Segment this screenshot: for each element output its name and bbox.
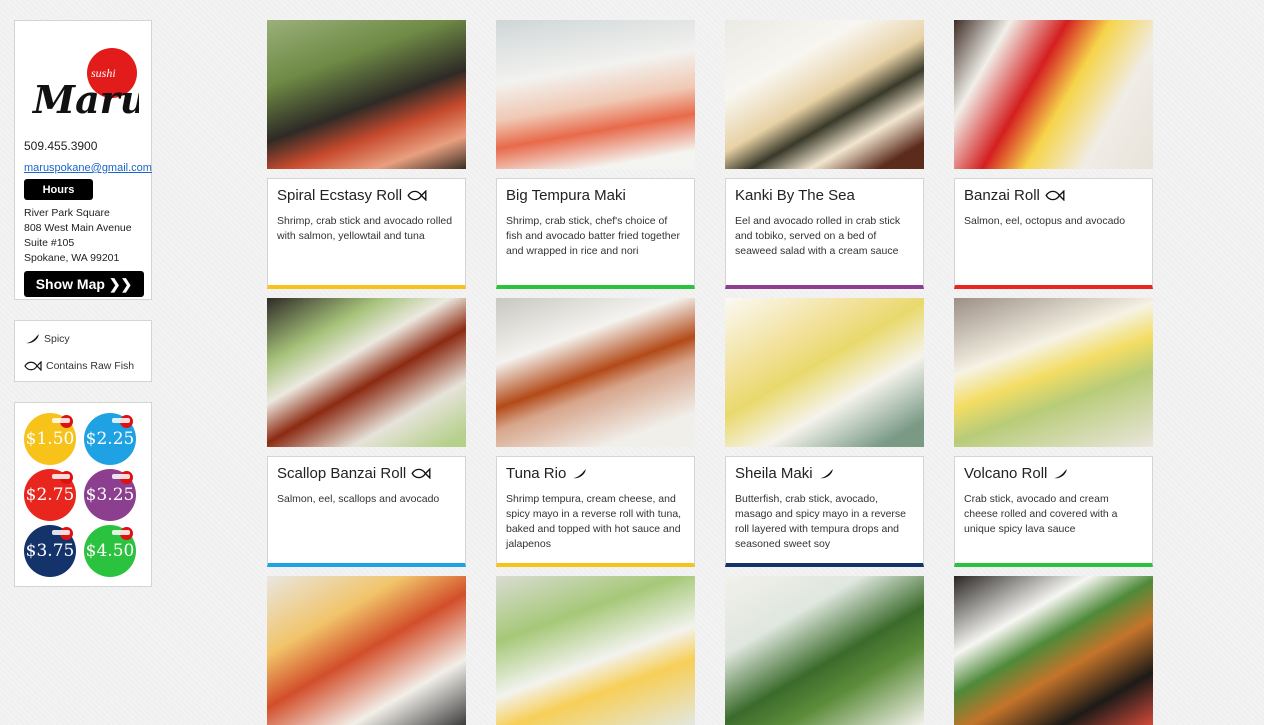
price-legend-panel: $1.50 $2.25 $2.75 $3.25 $3.75 $4.50 — [14, 402, 152, 587]
menu-item[interactable]: Tuna Rio Shrimp tempura, cream cheese, an… — [496, 298, 695, 567]
dish-photo[interactable] — [954, 20, 1153, 169]
menu-item[interactable] — [725, 576, 924, 725]
menu-item-card: Spiral Ecstasy Roll Shrimp, crab stick an… — [267, 178, 466, 289]
menu-item-description: Shrimp, crab stick, chef's choice of fis… — [506, 215, 680, 257]
dish-photo[interactable] — [954, 298, 1153, 447]
menu-item-card: Kanki By The Sea Eel and avocado rolled i… — [725, 178, 924, 289]
fish-icon — [1045, 190, 1065, 201]
price-badge: $1.50 — [24, 413, 76, 465]
address-line: River Park Square — [24, 207, 110, 219]
menu-item[interactable] — [954, 576, 1153, 725]
pepper-icon — [1052, 468, 1068, 480]
menu-item-card: Scallop Banzai Roll Salmon, eel, scallops… — [267, 456, 466, 567]
dish-photo[interactable] — [725, 298, 924, 447]
menu-item-name: Spiral Ecstasy Roll — [277, 187, 403, 204]
price-badge: $3.75 — [24, 525, 76, 577]
show-map-button[interactable]: Show Map ❯❯ — [24, 271, 144, 297]
menu-item-name: Sheila Maki — [735, 465, 813, 482]
menu-item-card: Banzai Roll Salmon, eel, octopus and avoc… — [954, 178, 1153, 289]
address-line: 808 West Main Avenue — [24, 222, 132, 234]
address-line: Spokane, WA 99201 — [24, 252, 120, 264]
menu-item-card: Sheila Maki Butterfish, crab stick, avoca… — [725, 456, 924, 567]
address-line: Suite #105 — [24, 237, 75, 249]
fish-icon — [24, 361, 42, 371]
dish-photo[interactable] — [954, 576, 1153, 725]
address: River Park Square 808 West Main Avenue S… — [24, 206, 132, 266]
price-badge: $2.25 — [84, 413, 136, 465]
dish-photo[interactable] — [725, 20, 924, 169]
dish-photo[interactable] — [267, 298, 466, 447]
dish-photo[interactable] — [496, 20, 695, 169]
menu-item-description: Butterfish, crab stick, avocado, masago … — [735, 493, 906, 550]
menu-item-description: Shrimp, crab stick and avocado rolled wi… — [277, 215, 453, 242]
legend-raw-fish: Contains Raw Fish — [24, 360, 134, 372]
menu-item-description: Eel and avocado rolled in crab stick and… — [735, 215, 901, 257]
menu-item-card: Tuna Rio Shrimp tempura, cream cheese, an… — [496, 456, 695, 567]
menu-item-name: Volcano Roll — [964, 465, 1048, 482]
menu-item[interactable]: Banzai Roll Salmon, eel, octopus and avoc… — [954, 20, 1153, 289]
fish-icon — [411, 468, 431, 479]
pepper-icon — [24, 333, 40, 345]
menu-item-description: Salmon, eel, octopus and avocado — [964, 215, 1126, 227]
menu-item-title: Sheila Maki — [735, 465, 834, 482]
menu-item-name: Kanki By The Sea — [735, 187, 855, 204]
menu-item-title: Kanki By The Sea — [735, 187, 855, 204]
phone-number[interactable]: 509.455.3900 — [24, 139, 97, 153]
menu-item[interactable]: Spiral Ecstasy Roll Shrimp, crab stick an… — [267, 20, 466, 289]
menu-item[interactable]: Sheila Maki Butterfish, crab stick, avoca… — [725, 298, 924, 567]
dish-photo[interactable] — [496, 298, 695, 447]
pepper-icon — [571, 468, 587, 480]
menu-item-title: Banzai Roll — [964, 187, 1065, 204]
price-badge: $3.25 — [84, 469, 136, 521]
menu-item-card: Big Tempura Maki Shrimp, crab stick, chef… — [496, 178, 695, 289]
menu-item[interactable] — [496, 576, 695, 725]
menu-item[interactable]: Big Tempura Maki Shrimp, crab stick, chef… — [496, 20, 695, 289]
legend-panel: Spicy Contains Raw Fish — [14, 320, 152, 382]
menu-item-name: Scallop Banzai Roll — [277, 465, 407, 482]
fish-icon — [407, 190, 427, 201]
pepper-icon — [818, 468, 834, 480]
menu-item-title: Big Tempura Maki — [506, 187, 626, 204]
menu-item-name: Banzai Roll — [964, 187, 1040, 204]
menu-item[interactable]: Kanki By The Sea Eel and avocado rolled i… — [725, 20, 924, 289]
legend-raw-fish-label: Contains Raw Fish — [46, 360, 135, 372]
dish-photo[interactable] — [725, 576, 924, 725]
legend-spicy: Spicy — [24, 333, 70, 345]
legend-spicy-label: Spicy — [44, 333, 70, 345]
maru-sushi-logo[interactable]: sushi Maru — [29, 41, 139, 131]
menu-item[interactable]: Volcano Roll Crab stick, avocado and crea… — [954, 298, 1153, 567]
menu-item-description: Salmon, eel, scallops and avocado — [277, 493, 440, 505]
menu-item-title: Scallop Banzai Roll — [277, 465, 431, 482]
dish-photo[interactable] — [496, 576, 695, 725]
menu-item-name: Big Tempura Maki — [506, 187, 626, 204]
dish-photo[interactable] — [267, 576, 466, 725]
price-badge: $2.75 — [24, 469, 76, 521]
menu-item-card: Volcano Roll Crab stick, avocado and crea… — [954, 456, 1153, 567]
menu-item-title: Spiral Ecstasy Roll — [277, 187, 427, 204]
restaurant-info-panel: sushi Maru 509.455.3900 maruspokane@gmai… — [14, 20, 152, 300]
menu-item-title: Volcano Roll — [964, 465, 1068, 482]
svg-text:Maru: Maru — [31, 77, 139, 122]
menu-item-title: Tuna Rio — [506, 465, 587, 482]
price-badge: $4.50 — [84, 525, 136, 577]
email-link[interactable]: maruspokane@gmail.com — [24, 162, 152, 174]
dish-photo[interactable] — [267, 20, 466, 169]
menu-item[interactable] — [267, 576, 466, 725]
menu-item-description: Crab stick, avocado and cream cheese rol… — [964, 493, 1118, 535]
menu-item-name: Tuna Rio — [506, 465, 567, 482]
hours-button[interactable]: Hours — [24, 179, 93, 200]
menu-item[interactable]: Scallop Banzai Roll Salmon, eel, scallops… — [267, 298, 466, 567]
menu-item-description: Shrimp tempura, cream cheese, and spicy … — [506, 493, 682, 550]
